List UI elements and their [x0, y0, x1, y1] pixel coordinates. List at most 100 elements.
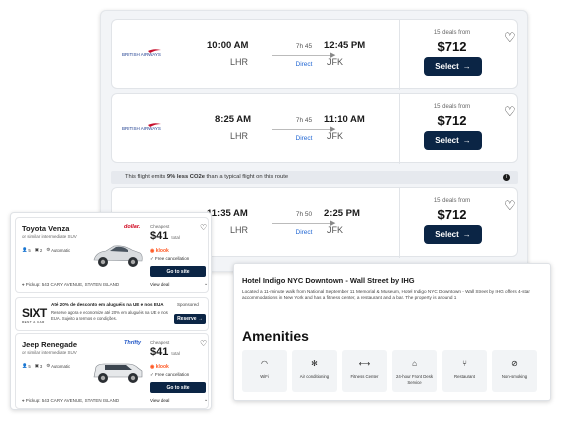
arrival-time: 11:10 AM [324, 114, 365, 125]
select-button[interactable]: Select → [424, 225, 482, 244]
amenity-fitness-center: ⟷ Fitness Center [342, 350, 387, 392]
select-button[interactable]: Select → [424, 131, 482, 150]
british-airways-logo: BRITISH AIRWAYS [122, 49, 161, 57]
heart-icon[interactable]: ♡ [200, 339, 207, 348]
price-unit: total [171, 235, 180, 240]
car-rental-panel: Toyota Venza or similar intermediate SUV… [10, 212, 212, 410]
bag-icon: ▣ [34, 363, 39, 368]
price-value: $41 [150, 346, 169, 358]
arrow-right-icon: → [462, 62, 471, 71]
reserve-button[interactable]: Reserve → [174, 314, 206, 324]
stops-label: Direct [295, 61, 313, 68]
seats-spec: 👤 5 [22, 247, 31, 253]
amenity-wifi: ◠ WiFi [242, 350, 287, 392]
hotel-details-panel: Hotel Indigo NYC Downtown - Wall Street … [233, 263, 551, 401]
bags-spec: ▣ 3 [35, 363, 42, 369]
deals-count: 15 deals from [433, 30, 471, 36]
arrow-right-icon: → [197, 316, 203, 322]
pickup-location: ⌖ Pickup: 543 CARY AVENUE, STATEN ISLAND [22, 282, 119, 287]
departure-time: 10:00 AM [207, 40, 249, 51]
ad-description: Reserve agora e economize até 20% em alu… [51, 310, 168, 321]
amenity-non-smoking: ⊘ Non-smoking [492, 350, 537, 392]
info-icon[interactable]: i [503, 174, 510, 181]
go-to-site-button[interactable]: Go to site [150, 382, 206, 393]
arrival-time: 2:25 PM [324, 208, 360, 219]
dumbbell-icon: ⟷ [358, 359, 371, 368]
snowflake-icon: ✻ [311, 359, 318, 368]
flight-duration: 7h 50 [295, 211, 313, 218]
svg-text:BRITISH AIRWAYS: BRITISH AIRWAYS [122, 52, 161, 57]
arrival-airport: JFK [327, 131, 344, 141]
vendor-logo: dollar. [124, 224, 141, 230]
seats-spec: 👤 5 [22, 363, 31, 369]
flight-price: $712 [437, 207, 467, 222]
stops-label: Direct [295, 135, 313, 142]
flight-duration: 7h 45 [295, 43, 313, 50]
arrival-time: 12:45 PM [324, 40, 366, 51]
departure-time: 8:25 AM [215, 114, 252, 125]
departure-airport: LHR [230, 131, 249, 141]
select-label: Select [435, 136, 459, 145]
deals-count: 15 deals from [433, 198, 471, 204]
car-image [93, 245, 143, 267]
deals-count: 15 deals from [433, 104, 471, 110]
chevron-down-icon[interactable]: ⌄ [204, 281, 208, 287]
select-button[interactable]: Select → [424, 57, 482, 76]
flight-price: $712 [437, 39, 467, 54]
amenities-heading: Amenities [242, 328, 309, 344]
select-label: Select [435, 230, 459, 239]
view-deal-link[interactable]: View deal [150, 282, 169, 287]
no-smoking-icon: ⊘ [511, 359, 518, 368]
amenity-label: Fitness Center [350, 374, 379, 379]
flight-card[interactable]: BRITISH AIRWAYS 10:00 AM LHR 7h 45 ▶ Dir… [111, 19, 518, 90]
heart-icon[interactable]: ♡ [504, 30, 516, 46]
heart-icon[interactable]: ♡ [200, 223, 207, 232]
bag-icon: ▣ [34, 247, 39, 252]
departure-airport: LHR [230, 225, 249, 235]
arrow-right-icon: → [462, 230, 471, 239]
flight-card[interactable]: BRITISH AIRWAYS 8:25 AM LHR 7h 45 ▶ Dire… [111, 93, 518, 164]
route-line [272, 223, 334, 224]
amenity-air-conditioning: ✻ Air conditioning [292, 350, 337, 392]
bags-count: 2 [39, 247, 43, 253]
select-label: Select [435, 62, 459, 71]
car-card[interactable]: Toyota Venza or similar intermediate SUV… [15, 217, 209, 293]
go-to-site-button[interactable]: Go to site [150, 266, 206, 277]
british-airways-logo: BRITISH AIRWAYS [122, 123, 161, 131]
co2-text: This flight emits [125, 174, 167, 180]
vendor-logo: Thrifty [124, 340, 142, 346]
amenity-label: Air conditioning [299, 374, 330, 379]
route-line [272, 129, 334, 130]
co2-text-end: than a typical flight on this route [204, 174, 289, 180]
amenity-label: WiFi [260, 374, 269, 379]
flight-duration: 7h 45 [295, 117, 313, 124]
free-cancellation: ✓ Free cancellation [150, 372, 189, 378]
divider [399, 188, 400, 258]
chevron-down-icon[interactable]: ⌄ [204, 397, 208, 403]
view-deal-link[interactable]: View deal [150, 398, 169, 403]
sixt-logo: SIXT RENT A CAR [22, 306, 47, 324]
hotel-description: Located a 11-minute walk from National S… [242, 289, 530, 300]
sixt-logo-text: SIXT [22, 306, 47, 320]
departure-time: 11:35 AM [207, 208, 248, 219]
gear-icon: ⚙ [46, 363, 51, 368]
car-specs: 👤 5 ▣ 3 ⚙ Automatic [22, 363, 70, 369]
co2-banner: This flight emits 9% less CO2e than a ty… [111, 171, 518, 184]
seats-count: 5 [28, 247, 31, 253]
gear-icon: ⚙ [46, 247, 51, 252]
car-card[interactable]: Jeep Renegade or similar intermediate SU… [15, 333, 209, 409]
car-price: $41 total [150, 346, 180, 358]
ad-headline: Até 20% de desconto em aluguéis na UE e … [51, 302, 164, 307]
arrival-airport: JFK [327, 225, 344, 235]
pickup-location: ⌖ Pickup: 543 CARY AVENUE, STATEN ISLAND [22, 398, 119, 403]
price-unit: total [171, 351, 180, 356]
amenity-label: Non-smoking [501, 374, 528, 379]
heart-icon[interactable]: ♡ [504, 104, 516, 120]
divider [399, 94, 400, 164]
sponsored-label: Sponsored [177, 302, 199, 307]
heart-icon[interactable]: ♡ [504, 198, 516, 214]
sponsored-ad[interactable]: SIXT RENT A CAR Até 20% de desconto em al… [15, 297, 209, 331]
transmission-spec: ⚙ Automatic [46, 247, 70, 253]
person-icon: 👤 [22, 247, 28, 252]
seats-count: 5 [28, 363, 31, 369]
